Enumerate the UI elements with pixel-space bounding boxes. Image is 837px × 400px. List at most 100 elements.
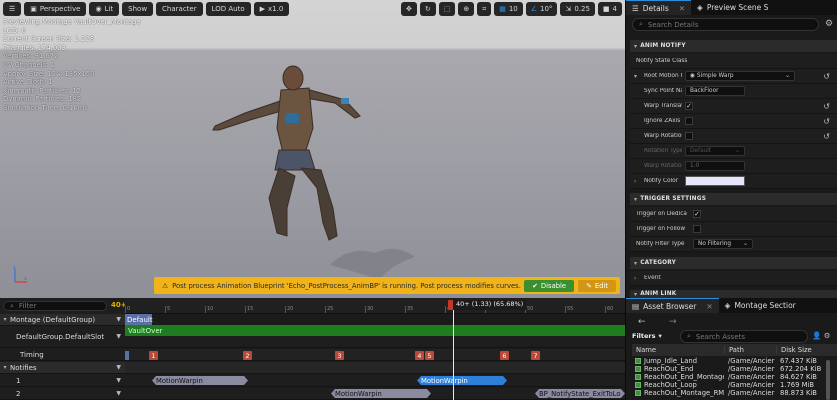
timing-marker[interactable]: 6 (500, 351, 509, 360)
timeline-tracks-area[interactable]: 051015202530354045505560 Default VaultOv… (125, 298, 625, 400)
table-row[interactable]: ReachOut_End_Montage /Game/Ancier 84.627… (632, 373, 837, 381)
track-filter-input[interactable]: ⌕ Filter (3, 301, 107, 311)
column-path[interactable]: Path (724, 346, 776, 354)
camera-speed-button[interactable]: ■ 4 (597, 2, 622, 16)
track-notify-1[interactable]: 1 ▼ (0, 375, 125, 387)
track-list: ⌕ Filter 40+ ▾ Montage (DefaultGroup) ▼ … (0, 298, 127, 400)
ignore-z-checkbox[interactable] (685, 117, 693, 125)
details-search-input[interactable]: ⌕ Search Details (632, 18, 819, 31)
forward-arrow-icon[interactable]: → (669, 317, 677, 327)
notify-state-exit-to-locomotion[interactable]: BP_NotifyState_ExitToLo (535, 389, 625, 398)
gear-icon[interactable]: ⚙ (825, 19, 833, 29)
chevron-right-icon[interactable]: › (634, 178, 636, 185)
table-row[interactable]: Jump_Idle_Land /Game/Ancier 67.437 KiB (632, 357, 837, 365)
gear-icon[interactable]: ⚙ (824, 331, 831, 340)
scale-icon: ⬚ (443, 5, 451, 13)
rotation-snap-button[interactable]: ∠ 10° (525, 2, 558, 16)
slot-segment-vaultover[interactable]: VaultOver (125, 325, 625, 336)
timing-marker[interactable]: 3 (335, 351, 344, 360)
reset-icon[interactable]: ↺ (823, 132, 830, 141)
filters-button[interactable]: Filters ▾ (632, 331, 662, 341)
table-row[interactable]: ReachOut_Loop /Game/Ancier 1.769 MiB (632, 381, 837, 389)
svg-text:x: x (24, 276, 27, 282)
reset-icon[interactable]: ↺ (823, 72, 830, 81)
track-montage[interactable]: ▾ Montage (DefaultGroup) ▼ (0, 314, 125, 326)
rotate-tool-button[interactable]: ↻ (419, 2, 436, 16)
character-button[interactable]: Character (156, 2, 203, 16)
scale-tool-button[interactable]: ⬚ (438, 2, 456, 16)
chevron-down-icon[interactable]: ▼ (116, 390, 121, 397)
lit-button[interactable]: ◉ Lit (89, 2, 120, 16)
perspective-button[interactable]: ▣ Perspective (24, 2, 87, 16)
surface-snap-button[interactable]: ⌗ (477, 2, 492, 16)
chevron-down-icon[interactable]: ▼ (116, 316, 121, 323)
warp-translation-checkbox[interactable]: ✓ (685, 102, 693, 110)
notify-lane-1[interactable]: MotionWarpin MotionWarpin (125, 375, 625, 387)
notify-lane-2[interactable]: MotionWarpin BP_NotifyState_ExitToLo (125, 388, 625, 400)
chevron-down-icon: ▾ (634, 259, 638, 267)
menu-button[interactable]: ☰ (3, 2, 22, 16)
notify-color-swatch[interactable] (685, 176, 745, 186)
tab-preview-scene[interactable]: ◈ Preview Scene S (691, 0, 774, 15)
trigger-follower-checkbox[interactable] (693, 225, 701, 233)
root-motion-dropdown[interactable]: ◉ Simple Warp ⌄ (685, 71, 795, 81)
timing-marker[interactable]: 5 (425, 351, 434, 360)
scale-snap-button[interactable]: ⇲ 0.25 (560, 2, 595, 16)
trigger-dedicated-checkbox[interactable]: ✓ (693, 210, 701, 218)
tab-montage-sections[interactable]: ◈ Montage Sectior (719, 298, 802, 313)
edit-button[interactable]: ✎ Edit (578, 279, 616, 292)
section-category[interactable]: ▾ CATEGORY (630, 257, 837, 269)
chevron-down-icon[interactable]: ▼ (116, 377, 121, 384)
timing-marker[interactable]: 4 (415, 351, 424, 360)
timing-marker[interactable]: 2 (243, 351, 252, 360)
lightbulb-icon: ◉ (95, 5, 102, 13)
track-notifies[interactable]: ▾ Notifies ▼ (0, 362, 125, 374)
track-notify-2[interactable]: 2 ▼ (0, 388, 125, 400)
asset-search-input[interactable]: ⌕ Search Assets (680, 330, 808, 343)
timing-marker[interactable]: 1 (149, 351, 158, 360)
column-disk-size[interactable]: Disk Size (776, 346, 834, 354)
notify-state-motion-warping[interactable]: MotionWarpin (152, 376, 248, 385)
world-space-button[interactable]: ⊕ (458, 2, 475, 16)
section-anim-link[interactable]: ▾ ANIM LINK (630, 290, 837, 298)
ruler-tick-label: 20 (287, 306, 294, 312)
close-icon[interactable]: ✕ (706, 302, 712, 311)
disable-button[interactable]: ✔ Disable (524, 279, 575, 292)
asset-list-scrollbar[interactable] (826, 360, 830, 400)
column-name[interactable]: Name (632, 346, 724, 354)
notify-filter-dropdown[interactable]: No Filtering ⌄ (693, 239, 753, 249)
chevron-down-icon[interactable]: ▼ (116, 333, 121, 340)
grid-snap-button[interactable]: ▦ 10 (494, 2, 523, 16)
tab-details[interactable]: ☰ Details ✕ (626, 0, 692, 15)
time-ruler[interactable]: 051015202530354045505560 (125, 298, 625, 314)
back-arrow-icon[interactable]: ← (638, 317, 646, 327)
close-icon[interactable]: ✕ (679, 4, 685, 13)
timing-marker[interactable]: 7 (531, 351, 540, 360)
section-trigger-settings[interactable]: ▾ TRIGGER SETTINGS (630, 193, 837, 205)
translate-tool-button[interactable]: ✥ (400, 2, 417, 16)
track-slot[interactable]: DefaultGroup.DefaultSlot ▼ (0, 326, 125, 348)
notify-state-motion-warping[interactable]: MotionWarpin (331, 389, 431, 398)
warp-rotation-checkbox[interactable] (685, 132, 693, 140)
user-icon[interactable]: 👤 (812, 331, 821, 340)
table-row[interactable]: ReachOut_End /Game/Ancier 672.204 KiB (632, 365, 837, 373)
table-row[interactable]: ReachOut_Montage_RM /Game/Ancier 88.873 … (632, 389, 837, 397)
chevron-right-icon[interactable]: › (634, 275, 636, 282)
notify-state-motion-warping-selected[interactable]: MotionWarpin (417, 376, 507, 385)
lod-button[interactable]: LOD Auto (205, 2, 251, 16)
reset-icon[interactable]: ↺ (823, 102, 830, 111)
playback-speed-button[interactable]: ▶ x1.0 (253, 2, 290, 16)
viewport[interactable]: ☰ ▣ Perspective ◉ Lit Show Character LOD A… (0, 0, 625, 298)
track-timing[interactable]: Timing (0, 349, 125, 361)
reset-icon[interactable]: ↺ (823, 117, 830, 126)
show-button[interactable]: Show (122, 2, 154, 16)
section-default[interactable]: Default (125, 314, 153, 325)
section-anim-notify[interactable]: ▾ ANIM NOTIFY (630, 40, 837, 52)
character-mesh[interactable] (205, 58, 375, 248)
chevron-down-icon[interactable]: ▾ (634, 73, 637, 80)
sync-point-field[interactable]: BackFloor (685, 86, 745, 96)
ruler-tick-label: 25 (327, 306, 334, 312)
ruler-tick (445, 306, 446, 313)
chevron-down-icon[interactable]: ▼ (116, 364, 121, 371)
tab-asset-browser[interactable]: ▤ Asset Browser ✕ (626, 298, 719, 313)
